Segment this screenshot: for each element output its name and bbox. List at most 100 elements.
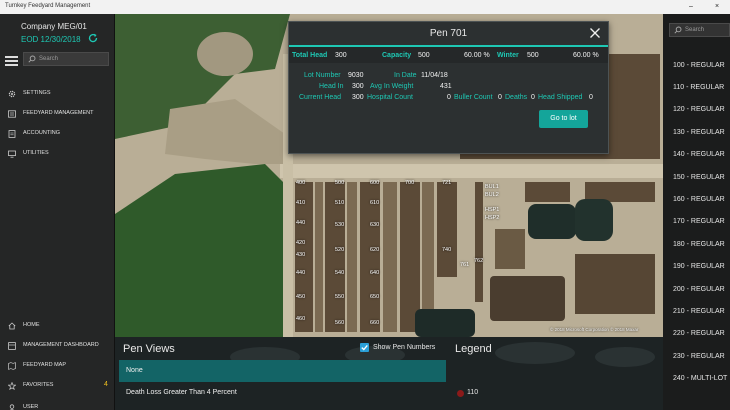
lot-number-label: Lot Number [304,72,341,79]
pen-label: 410 [296,200,306,206]
pen-label: 630 [370,222,380,228]
total-head-label: Total Head [292,52,328,59]
nav-item-utilities[interactable]: UTILITIES [0,146,115,162]
pen-label: 600 [370,180,380,186]
pen-list-item[interactable]: 120 - REGULAR [673,106,725,113]
capacity-percent: 60.00 % [464,52,490,59]
in-date-label: In Date [394,72,417,79]
pen-list-item[interactable]: 240 - MULTI-LOT [673,375,727,382]
checkbox-checked-icon [360,343,369,352]
nav-item-management-dashboard[interactable]: MANAGEMENT DASHBOARD [0,338,115,354]
hospital-count-value: 0 [447,94,451,101]
popup-stats-bar: Total Head 300 Capacity 500 60.00 % Wint… [289,47,608,63]
pen-list-item[interactable]: 140 - REGULAR [673,151,725,158]
nav-item-favorites[interactable]: FAVORITES 4 [0,378,115,394]
document-icon [8,130,16,138]
title-bar: Turnkey Feedyard Management – × [0,0,730,14]
head-in-value: 300 [352,83,364,90]
gear-icon [8,90,16,98]
pen-list-item[interactable]: 210 - REGULAR [673,308,725,315]
nav-item-feedyard-management[interactable]: FEEDYARD MANAGEMENT [0,106,115,122]
legend-title: Legend [455,343,492,355]
go-to-lot-button[interactable]: Go to lot [539,110,588,128]
buller-count-label: Buller Count [454,94,493,101]
pen-view-option-none[interactable]: None [119,360,446,382]
legend-item-label: 110 [467,389,479,396]
pen-label: 700 [405,180,415,186]
pen-view-label: Death Loss Greater Than 4 Percent [126,389,237,396]
nav-item-label: ACCOUNTING [23,130,60,136]
winter-label: Winter [497,52,519,59]
pen-label: HSP1 [485,207,500,213]
close-icon[interactable] [589,27,601,39]
avg-in-weight-label: Avg In Weight [370,83,414,90]
pen-list-item[interactable]: 220 - REGULAR [673,330,725,337]
nav-search-input[interactable]: Search [23,52,109,66]
pen-detail-popup: Pen 701 Total Head 300 Capacity 500 60.0… [288,21,609,154]
total-head-value: 300 [335,52,347,59]
pen-search-input[interactable]: Search [669,23,730,37]
nav-item-label: SETTINGS [23,90,51,96]
pen-list-item[interactable]: 160 - REGULAR [673,196,725,203]
in-date-value: 11/04/18 [421,72,448,79]
pen-label: 520 [335,247,345,253]
pen-view-option-death-loss[interactable]: Death Loss Greater Than 4 Percent [119,382,446,404]
pen-list-item[interactable]: 190 - REGULAR [673,263,725,270]
bottom-panel: Pen Views Show Pen Numbers Legend None D… [115,337,663,410]
head-shipped-label: Head Shipped [538,94,583,101]
pen-label: BUL2 [485,192,499,198]
pen-list-item[interactable]: 200 - REGULAR [673,286,725,293]
search-icon [28,55,36,63]
pen-views-title: Pen Views [123,343,175,355]
pen-label: 530 [335,222,345,228]
deaths-value: 0 [531,94,535,101]
current-head-label: Current Head [299,94,342,101]
capacity-value: 500 [418,52,430,59]
window-title: Turnkey Feedyard Management [5,3,91,9]
nav-item-home[interactable]: HOME [0,318,115,334]
nav-search-placeholder: Search [39,56,59,62]
left-navigation: Company MEG/01 EOD 12/30/2018 Search SET… [0,14,115,410]
home-icon [8,322,16,330]
pen-label: 740 [442,247,452,253]
head-in-label: Head In [319,83,344,90]
pen-label: BUL1 [485,184,499,190]
nav-item-label: HOME [23,322,40,328]
user-icon [9,404,15,410]
pen-label: 420 [296,240,306,246]
map-icon [8,362,16,370]
pen-label: 650 [370,294,380,300]
pen-label: 540 [335,270,345,276]
pen-view-label: None [126,367,143,374]
pen-list-item[interactable]: 230 - REGULAR [673,353,725,360]
pen-label: 560 [335,320,345,326]
nav-item-settings[interactable]: SETTINGS [0,86,115,102]
pen-list-item[interactable]: 100 - REGULAR [673,62,725,69]
nav-item-accounting[interactable]: ACCOUNTING [0,126,115,142]
pen-list-item[interactable]: 150 - REGULAR [673,174,725,181]
winter-percent: 60.00 % [573,52,599,59]
pen-list-item[interactable]: 170 - REGULAR [673,218,725,225]
nav-item-label: FAVORITES [23,382,54,388]
pen-label: 440 [296,220,306,226]
pen-label: 450 [296,294,306,300]
pen-label: 440 [296,270,306,276]
pen-label: 510 [335,200,345,206]
close-window-button[interactable]: × [704,0,730,14]
pen-label: HSP2 [485,215,500,221]
nav-item-user[interactable]: USER [0,400,115,410]
pen-label: 550 [335,294,345,300]
pen-list-item[interactable]: 130 - REGULAR [673,129,725,136]
pen-label: 460 [296,316,306,322]
pen-label: 430 [296,252,306,258]
refresh-icon[interactable] [88,33,98,43]
dashboard-icon [8,342,16,350]
pen-list-item[interactable]: 110 - REGULAR [673,84,724,91]
hamburger-menu-icon[interactable] [5,56,18,66]
favorites-count-badge: 4 [104,381,108,388]
pen-label: 762 [474,258,484,264]
pen-list-item[interactable]: 180 - REGULAR [673,241,725,248]
show-pen-numbers-label: Show Pen Numbers [373,344,436,351]
minimize-button[interactable]: – [678,0,704,14]
nav-item-feedyard-map[interactable]: FEEDYARD MAP [0,358,115,374]
